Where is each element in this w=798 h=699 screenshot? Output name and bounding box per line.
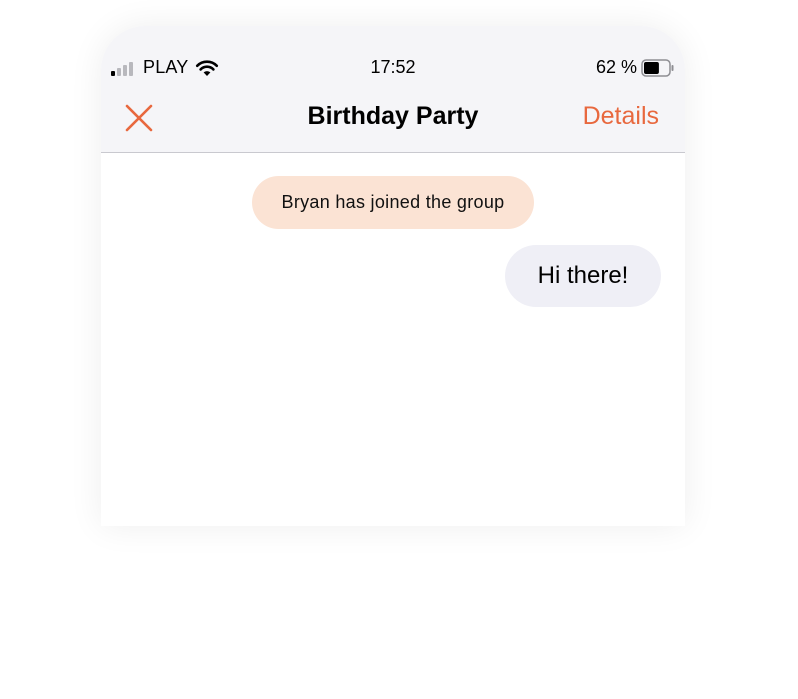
status-bar: PLAY 17:52 62 % xyxy=(101,56,685,80)
header: PLAY 17:52 62 % Birthday Party Details xyxy=(101,26,685,153)
outgoing-message-bubble[interactable]: Hi there! xyxy=(505,245,661,307)
system-message: Bryan has joined the group xyxy=(252,176,534,229)
navigation-bar: Birthday Party Details xyxy=(101,96,685,140)
battery-icon xyxy=(641,59,674,77)
battery-percent: 62 % xyxy=(595,57,637,77)
details-button[interactable]: Details xyxy=(583,102,659,131)
chat-area[interactable]: Bryan has joined the group Hi there! xyxy=(101,153,685,526)
phone-screen: PLAY 17:52 62 % Birthday Party Details B… xyxy=(101,26,685,526)
